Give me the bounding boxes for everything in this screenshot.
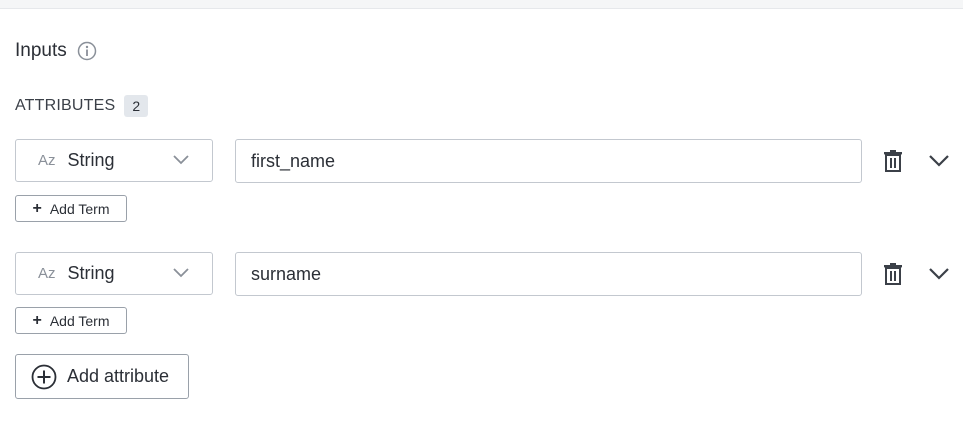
section-title: Inputs xyxy=(15,40,67,61)
string-type-icon: Az xyxy=(38,265,56,282)
attributes-header: ATTRIBUTES 2 xyxy=(15,95,149,117)
chevron-down-icon xyxy=(173,268,189,278)
inputs-header: Inputs xyxy=(15,40,97,62)
type-select[interactable]: Az String xyxy=(15,139,213,182)
chevron-down-icon[interactable] xyxy=(927,151,951,171)
type-select[interactable]: Az String xyxy=(15,252,213,295)
attribute-name-input[interactable] xyxy=(235,252,862,296)
string-type-icon: Az xyxy=(38,152,56,169)
info-icon[interactable] xyxy=(77,41,97,61)
trash-icon[interactable] xyxy=(881,262,905,286)
attribute-row: Az String xyxy=(15,252,955,297)
add-attribute-label: Add attribute xyxy=(67,366,170,386)
chevron-down-icon[interactable] xyxy=(927,264,951,284)
plus-icon: + xyxy=(32,311,42,329)
plus-icon: + xyxy=(32,199,42,217)
type-select-value: String xyxy=(67,150,115,170)
add-term-label: Add Term xyxy=(49,200,110,217)
add-attribute-button[interactable]: Add attribute xyxy=(15,354,189,399)
add-term-button[interactable]: + Add Term xyxy=(15,195,127,222)
trash-icon[interactable] xyxy=(881,149,905,173)
circle-plus-icon xyxy=(31,364,57,389)
top-strip xyxy=(0,0,963,9)
attribute-name-input[interactable] xyxy=(235,139,862,183)
attributes-count-badge: 2 xyxy=(124,95,149,117)
attribute-row: Az String xyxy=(15,139,955,184)
attributes-label: ATTRIBUTES xyxy=(15,97,116,114)
add-term-label: Add Term xyxy=(49,312,110,329)
add-term-button[interactable]: + Add Term xyxy=(15,307,127,334)
chevron-down-icon xyxy=(173,155,189,165)
type-select-value: String xyxy=(67,263,115,283)
